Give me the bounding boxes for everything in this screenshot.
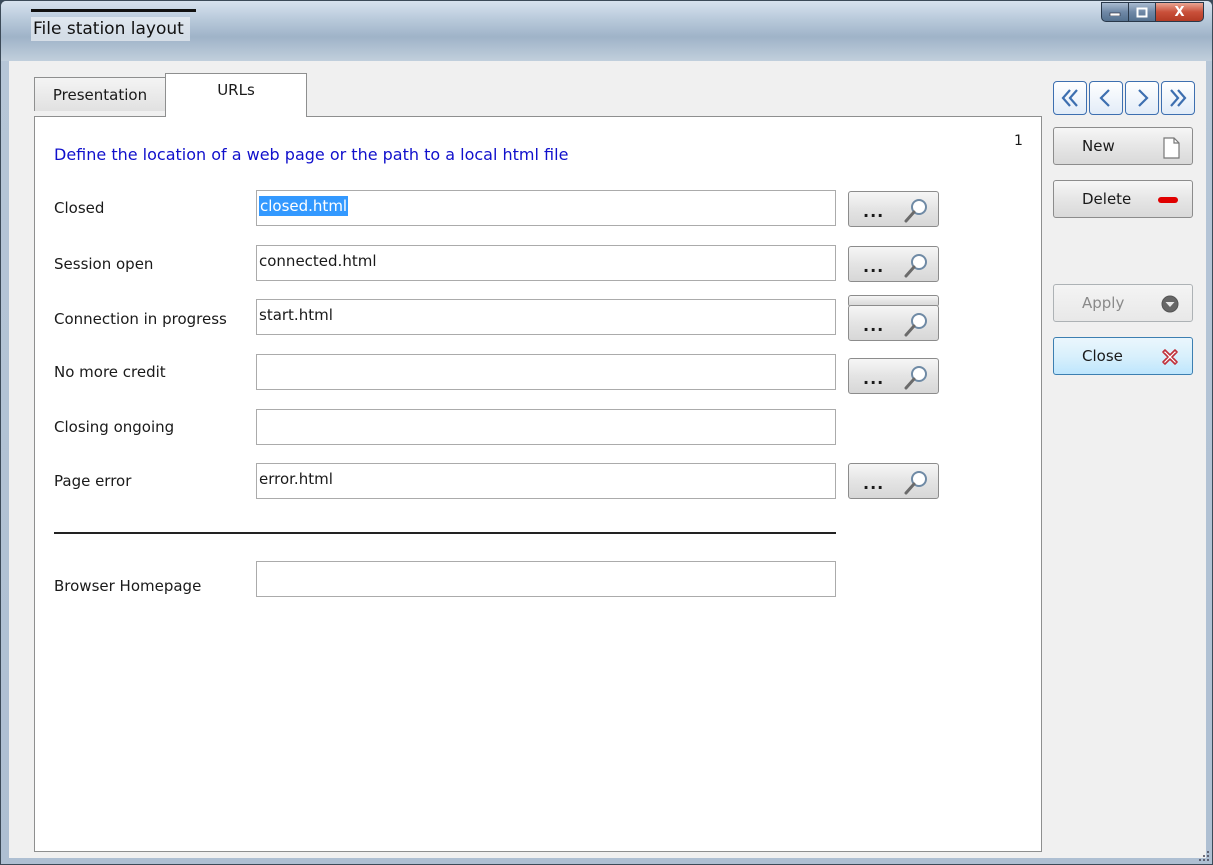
tab-presentation-label: Presentation: [52, 85, 148, 104]
delete-button-label: Delete: [1082, 190, 1132, 208]
session-open-url-value: connected.html: [259, 252, 377, 270]
browser-homepage-input[interactable]: [256, 561, 836, 597]
magnifier-icon: [904, 199, 927, 223]
connection-in-progress-browse-button[interactable]: ...: [848, 305, 939, 341]
window-controls: X: [1101, 2, 1204, 22]
browse-ellipsis: ...: [863, 256, 885, 276]
connection-in-progress-label: Connection in progress: [54, 310, 227, 328]
close-button-label: Close: [1082, 347, 1123, 365]
tab-urls-label: URLs: [217, 80, 255, 99]
no-more-credit-url-input[interactable]: [256, 354, 836, 390]
application-window: File station layout X Presentation URLs …: [0, 0, 1213, 865]
close-window-icon: X: [1174, 4, 1185, 20]
tab-urls[interactable]: URLs: [165, 73, 307, 117]
panel-headline: Define the location of a web page or the…: [54, 145, 569, 164]
close-button[interactable]: Close: [1053, 337, 1193, 375]
first-record-button[interactable]: [1053, 81, 1087, 115]
apply-button-label: Apply: [1082, 294, 1125, 312]
apply-button[interactable]: Apply: [1053, 284, 1193, 322]
magnifier-icon: [904, 366, 927, 390]
browse-ellipsis: ...: [863, 473, 885, 493]
last-record-button[interactable]: [1161, 81, 1195, 115]
connection-in-progress-url-input[interactable]: start.html: [256, 299, 836, 335]
browse-ellipsis: ...: [863, 315, 885, 335]
closed-browse-button[interactable]: ...: [848, 191, 939, 227]
page-number: 1: [1014, 133, 1023, 149]
page-error-browse-button[interactable]: ...: [848, 463, 939, 499]
no-more-credit-label: No more credit: [54, 363, 166, 381]
browser-homepage-label: Browser Homepage: [54, 577, 202, 595]
no-more-credit-browse-button[interactable]: ...: [848, 358, 939, 394]
session-open-label: Session open: [54, 255, 154, 273]
section-divider: [54, 532, 836, 534]
delete-button[interactable]: Delete: [1053, 180, 1193, 218]
magnifier-icon: [904, 254, 927, 278]
minimize-button[interactable]: [1101, 2, 1129, 22]
closing-ongoing-label: Closing ongoing: [54, 418, 175, 436]
closing-ongoing-url-input[interactable]: [256, 409, 836, 445]
browse-ellipsis: ...: [863, 201, 885, 221]
browse-ellipsis: ...: [863, 368, 885, 388]
title-bar[interactable]: File station layout X: [1, 1, 1212, 61]
delete-icon: [1158, 197, 1178, 203]
magnifier-icon: [904, 313, 927, 337]
maximize-button[interactable]: [1129, 2, 1156, 22]
next-icon: [1138, 89, 1149, 107]
resize-grip-icon[interactable]: [1198, 850, 1210, 862]
next-record-button[interactable]: [1125, 81, 1159, 115]
magnifier-icon: [904, 471, 927, 495]
window-title: File station layout: [31, 17, 190, 41]
previous-icon: [1099, 89, 1110, 107]
first-icon: [1061, 89, 1078, 107]
page-error-label: Page error: [54, 472, 132, 490]
closed-label: Closed: [54, 199, 105, 217]
connection-in-progress-url-value: start.html: [259, 306, 333, 324]
minimize-icon: [1109, 12, 1121, 16]
maximize-icon: [1136, 7, 1148, 17]
closed-url-value: closed.html: [259, 196, 349, 216]
last-icon: [1170, 89, 1187, 107]
close-window-button[interactable]: X: [1156, 2, 1204, 22]
record-navigation: [1053, 81, 1195, 115]
dialog-client-area: Presentation URLs 1 Define the location …: [9, 61, 1206, 858]
apply-icon: [1161, 295, 1179, 313]
previous-record-button[interactable]: [1089, 81, 1123, 115]
page-error-url-input[interactable]: error.html: [256, 463, 836, 499]
session-open-url-input[interactable]: connected.html: [256, 245, 836, 281]
new-document-icon: [1163, 137, 1180, 159]
close-icon: [1162, 349, 1178, 365]
page-error-url-value: error.html: [259, 470, 333, 488]
closed-url-input[interactable]: closed.html: [256, 190, 836, 226]
new-button[interactable]: New: [1053, 127, 1193, 165]
tab-presentation[interactable]: Presentation: [34, 77, 166, 111]
title-bar-decoration: [31, 9, 196, 12]
session-open-browse-button[interactable]: ...: [848, 246, 939, 282]
new-button-label: New: [1082, 137, 1115, 155]
